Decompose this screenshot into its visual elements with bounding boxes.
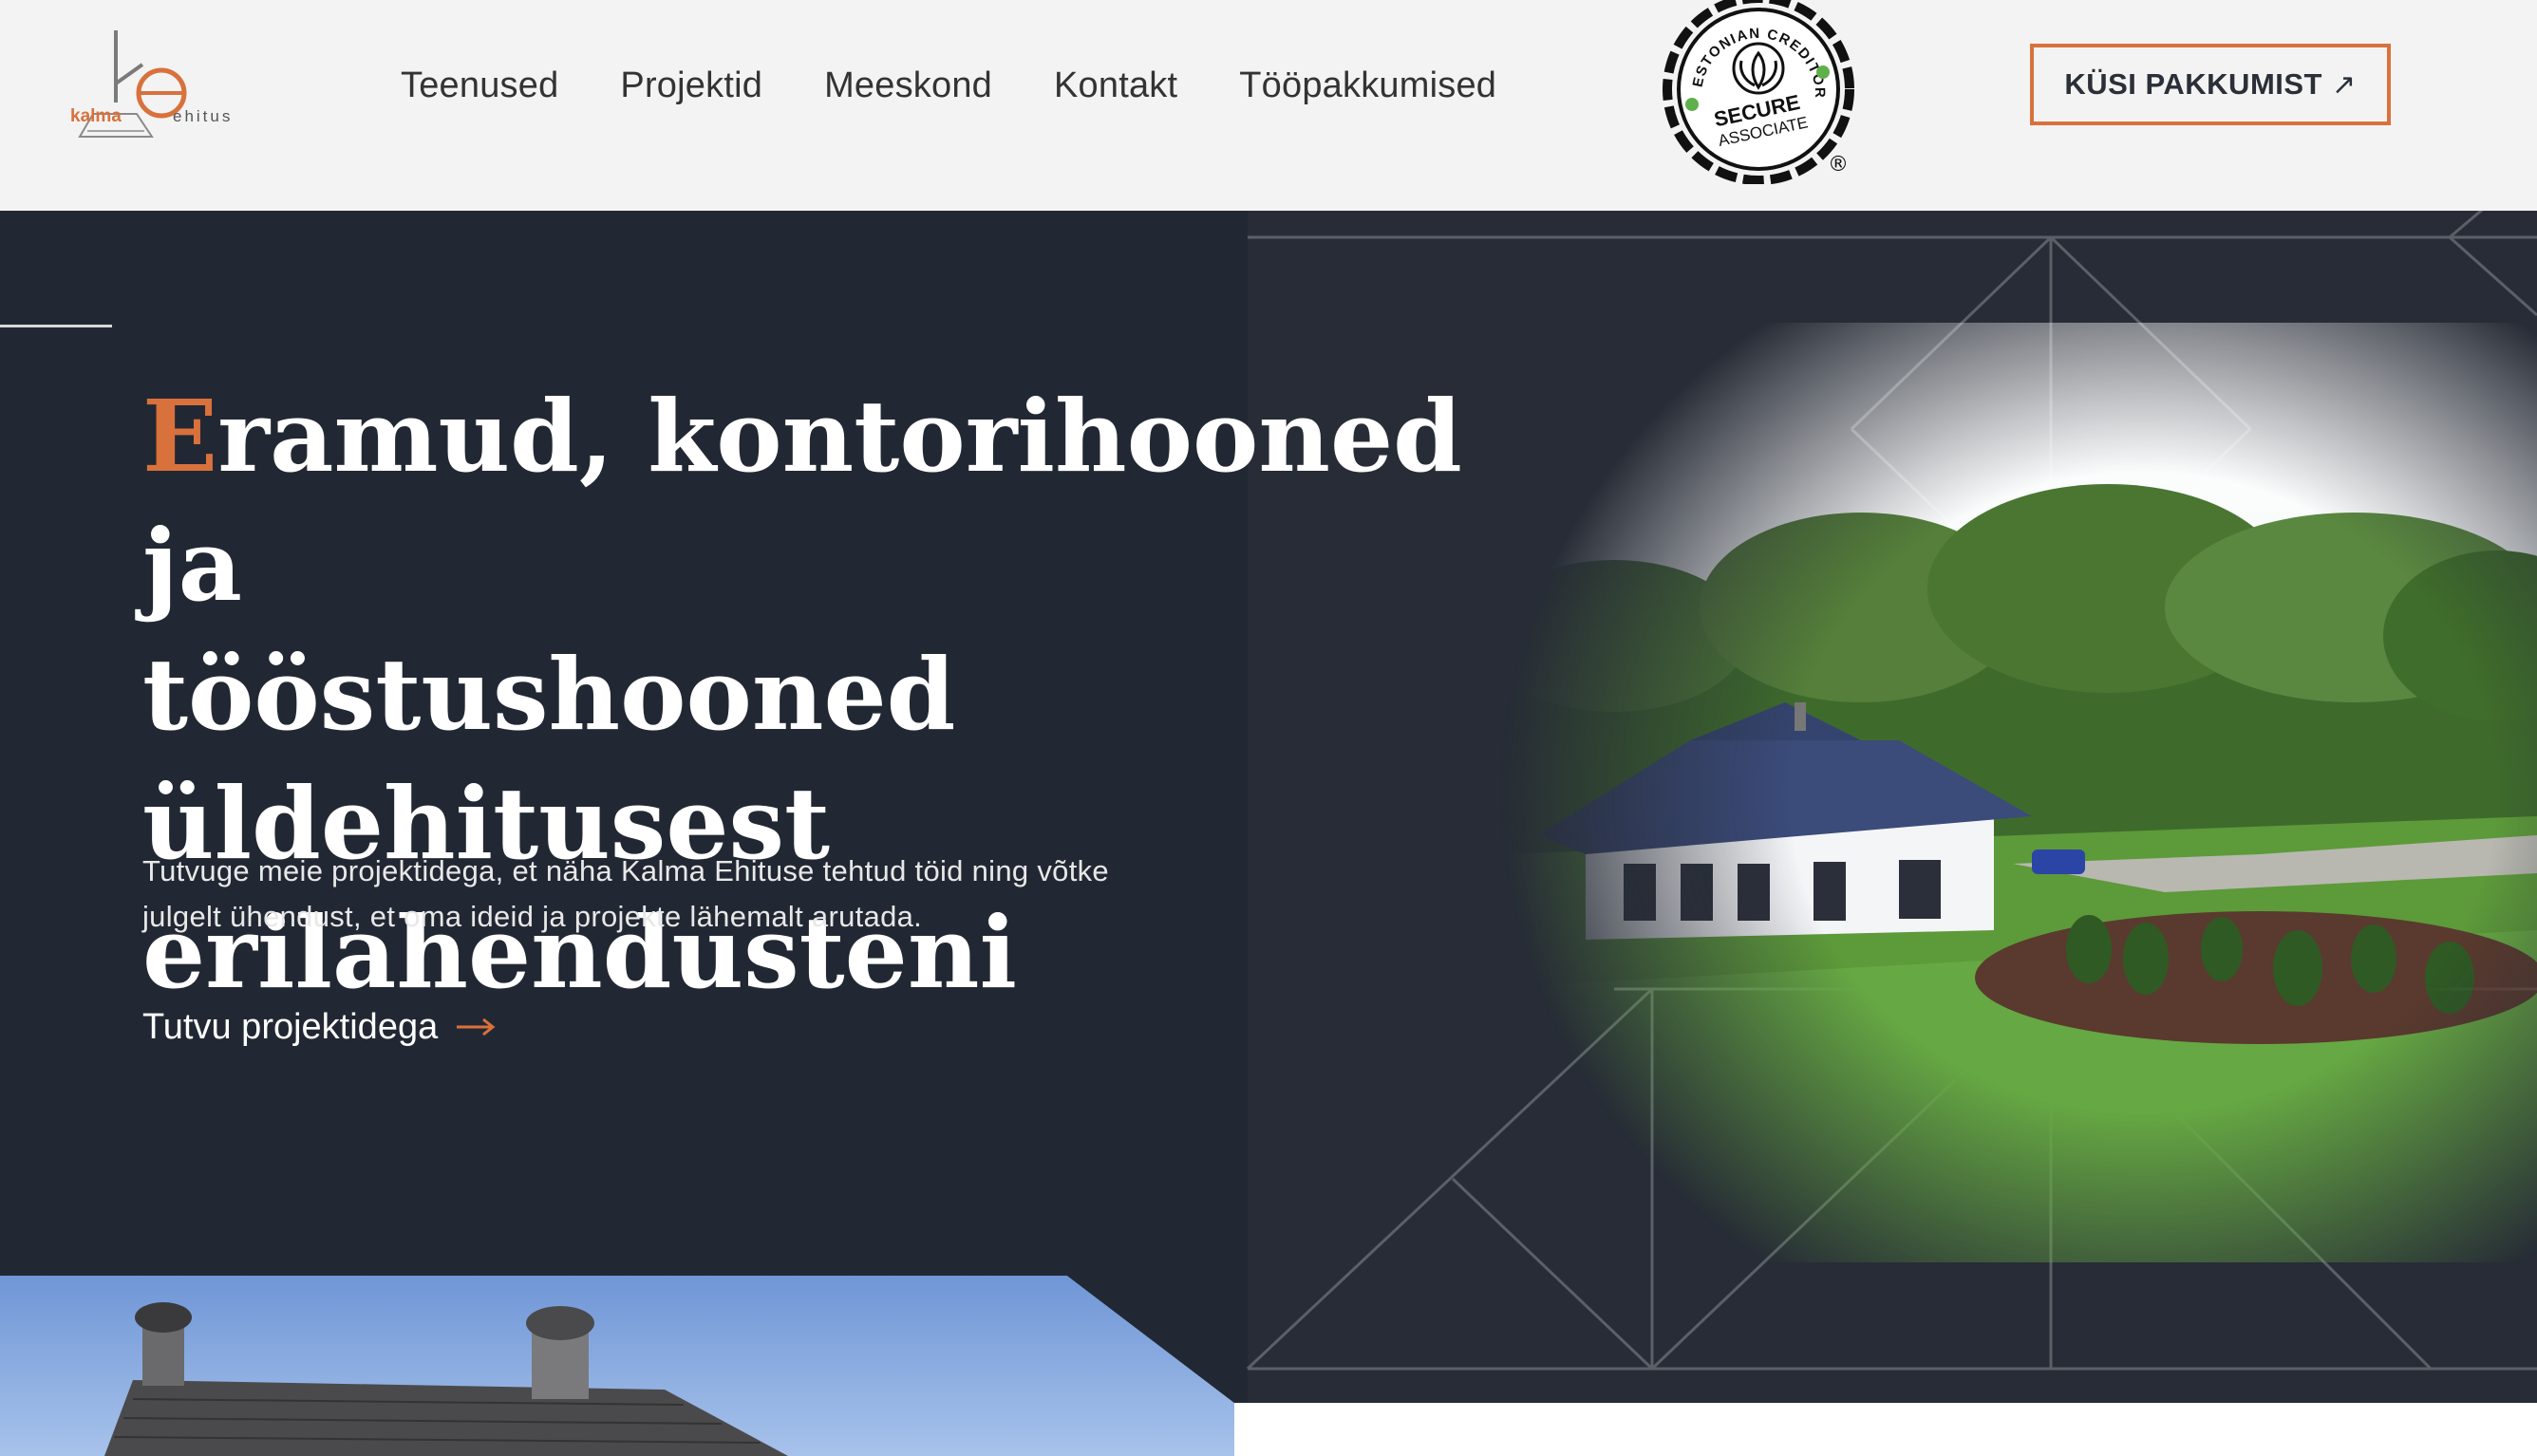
- arrow-up-right-icon: ↗: [2332, 68, 2357, 101]
- hero-intro-text: Tutvuge meie projektidega, et näha Kalma…: [142, 854, 1109, 933]
- logo-text-right: ehitus: [173, 107, 233, 125]
- explore-projects-label: Tutvu projektidega: [142, 1006, 439, 1047]
- site-header: kalma ehitus Teenused Projektid Meeskond…: [0, 0, 2537, 211]
- nav-item-kontakt[interactable]: Kontakt: [1054, 65, 1177, 106]
- main-nav: Teenused Projektid Meeskond Kontakt Tööp…: [401, 55, 1558, 116]
- logo-text-left: kalma: [70, 106, 122, 126]
- nav-item-teenused[interactable]: Teenused: [401, 65, 558, 106]
- seal-dot-right: [1816, 65, 1830, 79]
- project-roof-photo: [0, 1276, 1234, 1456]
- house-photo: [1500, 323, 2537, 1262]
- kalma-ehitus-logo[interactable]: kalma ehitus: [68, 27, 235, 140]
- request-offer-label: KÜSI PAKKUMIST: [2064, 67, 2322, 101]
- request-offer-button[interactable]: KÜSI PAKKUMIST ↗: [2030, 44, 2391, 125]
- hero-accent-line: [0, 325, 112, 327]
- logo-mark: kalma ehitus: [70, 30, 233, 138]
- headline-first-letter: E: [142, 378, 218, 495]
- hero-section: Eramud, kontorihooned ja tööstushooned ü…: [0, 211, 2537, 1403]
- nav-item-toopakkumised[interactable]: Tööpakkumised: [1239, 65, 1496, 106]
- nav-item-projektid[interactable]: Projektid: [620, 65, 762, 106]
- seal-dot-left: [1685, 98, 1699, 111]
- nav-item-meeskond[interactable]: Meeskond: [824, 65, 992, 106]
- content-panel: [1234, 1403, 2537, 1456]
- arrow-right-icon: [457, 1017, 496, 1036]
- registered-mark: ®: [1828, 153, 1849, 177]
- explore-projects-link[interactable]: Tutvu projektidega: [142, 1000, 497, 1054]
- secure-associate-badge[interactable]: ESTONIAN CREDITORS UNION SECURE ASSOCIAT…: [1660, 0, 1861, 184]
